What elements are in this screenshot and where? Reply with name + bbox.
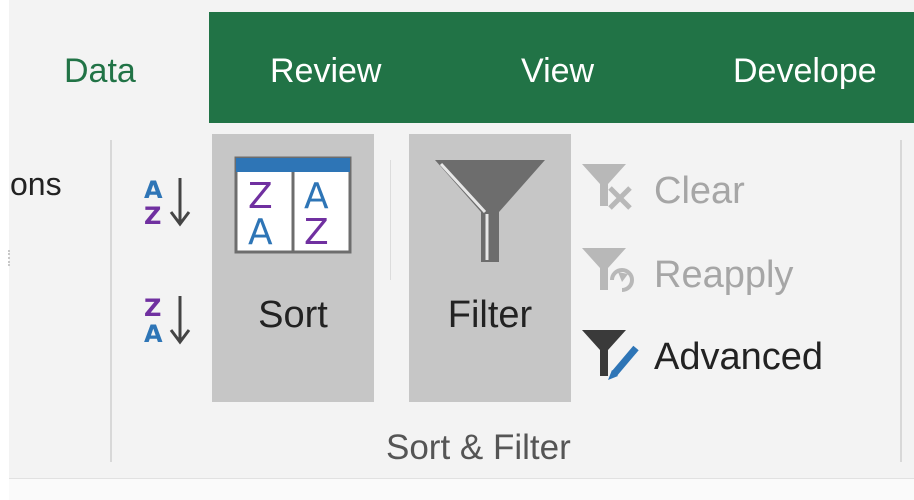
svg-text:A: A	[144, 320, 163, 348]
clear-filter-icon	[582, 164, 632, 210]
svg-text:Z: Z	[144, 202, 161, 230]
sort-z-to-a-button[interactable]: Z A	[140, 290, 200, 350]
sort-a-to-z-icon: A Z	[144, 176, 191, 230]
excel-window: Data Review View Develope ons A Z Z A Z …	[0, 0, 914, 500]
svg-text:Z: Z	[304, 212, 329, 253]
svg-text:Z: Z	[248, 176, 273, 217]
group-separator-mid	[390, 160, 391, 280]
tab-view[interactable]: View	[521, 12, 594, 123]
ribbon-bottom-edge	[9, 478, 914, 500]
sort-button-label: Sort	[258, 294, 328, 336]
sort-z-to-a-icon: Z A	[144, 294, 191, 348]
advanced-filter-icon	[582, 330, 639, 380]
group-separator-left	[110, 140, 112, 462]
svg-text:A: A	[304, 176, 329, 217]
filter-button[interactable]: Filter	[409, 134, 571, 402]
advanced-filter-label: Advanced	[654, 336, 824, 378]
sort-button[interactable]: Z A A Z Sort	[212, 134, 374, 402]
reapply-filter-icon	[582, 248, 634, 292]
previous-group-dots	[8, 250, 14, 266]
svg-text:A: A	[144, 176, 163, 204]
ribbon-tab-bar: Data Review View Develope	[9, 12, 914, 123]
filter-button-label: Filter	[447, 294, 533, 336]
sort-filter-group-label: Sort & Filter	[386, 428, 571, 467]
sort-a-to-z-button[interactable]: A Z	[140, 172, 200, 232]
svg-text:Z: Z	[144, 294, 161, 322]
funnel-icon	[435, 160, 545, 262]
tab-review[interactable]: Review	[270, 12, 381, 123]
group-separator-right	[900, 140, 902, 462]
sort-dialog-icon: Z A A Z	[234, 156, 352, 254]
clear-filter-label: Clear	[654, 170, 745, 212]
tab-developer[interactable]: Develope	[733, 12, 877, 123]
svg-text:A: A	[248, 212, 273, 253]
reapply-filter-label: Reapply	[654, 254, 794, 296]
previous-group-label[interactable]: ons	[10, 166, 62, 203]
tab-data[interactable]: Data	[9, 12, 209, 123]
